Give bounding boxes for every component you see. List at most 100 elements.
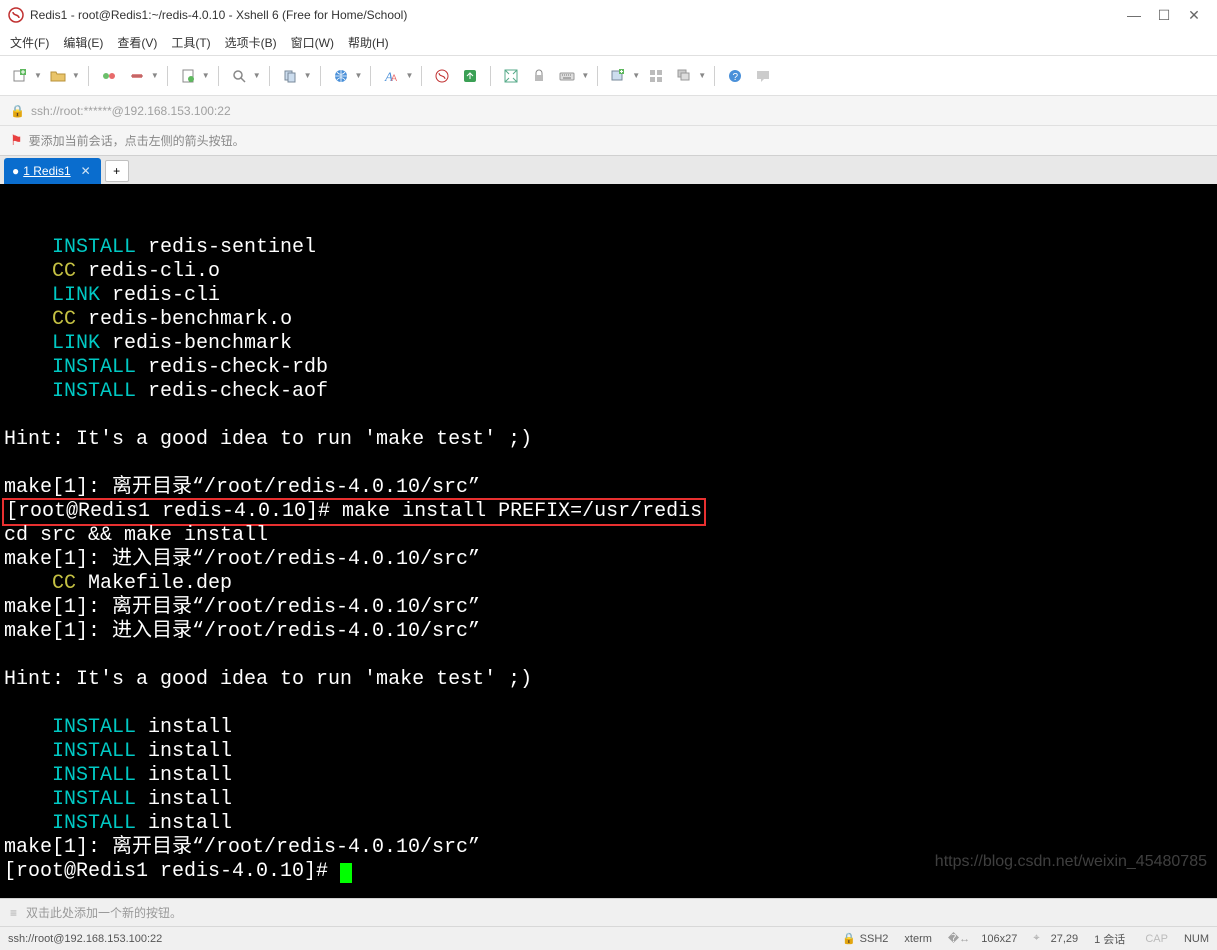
add-tab-button[interactable]: + [105, 160, 129, 182]
terminal-line: LINK redis-cli [4, 284, 1213, 308]
dropdown-icon[interactable]: ▼ [698, 71, 706, 80]
bottom-hint-bar[interactable]: ≡ 双击此处添加一个新的按钮。 [0, 898, 1217, 926]
chat-icon[interactable] [751, 64, 775, 88]
status-size: �↔ 106x27 [948, 932, 1017, 945]
lock-icon: 🔒 [842, 932, 856, 945]
address-bar[interactable]: 🔒 ssh://root:******@192.168.153.100:22 [0, 96, 1217, 126]
maximize-button[interactable]: ☐ [1149, 7, 1179, 24]
flag-icon: ⚑ [10, 132, 23, 149]
status-bar: ssh://root@192.168.153.100:22 🔒SSH2 xter… [0, 926, 1217, 950]
terminal-line [4, 644, 1213, 668]
dropdown-icon[interactable]: ▼ [72, 71, 80, 80]
terminal-line: INSTALL install [4, 764, 1213, 788]
titlebar: Redis1 - root@Redis1:~/redis-4.0.10 - Xs… [0, 0, 1217, 30]
dropdown-icon[interactable]: ▼ [34, 71, 42, 80]
terminal-line [4, 404, 1213, 428]
close-button[interactable]: ✕ [1179, 7, 1209, 24]
terminal-line: make[1]: 离开目录“/root/redis-4.0.10/src” [4, 476, 1213, 500]
terminal-line: Hint: It's a good idea to run 'make test… [4, 428, 1213, 452]
cursor [340, 863, 352, 883]
font-icon[interactable]: AA [379, 64, 403, 88]
copy-icon[interactable] [278, 64, 302, 88]
terminal-line: make[1]: 进入目录“/root/redis-4.0.10/src” [4, 548, 1213, 572]
toolbar-divider [320, 66, 321, 86]
dropdown-icon[interactable]: ▼ [355, 71, 363, 80]
status-sessions: 1 会话 [1094, 931, 1125, 947]
toolbar-divider [167, 66, 168, 86]
cascade-icon[interactable] [672, 64, 696, 88]
menu-help[interactable]: 帮助(H) [348, 34, 389, 51]
tab-strip: ● 1 Redis1 ✕ + [0, 156, 1217, 184]
tab-status-icon: ● [12, 164, 19, 178]
minimize-button[interactable]: — [1119, 7, 1149, 23]
dropdown-icon[interactable]: ▼ [405, 71, 413, 80]
terminal-line: INSTALL install [4, 740, 1213, 764]
bottom-hint-text: 双击此处添加一个新的按钮。 [26, 904, 182, 921]
watermark: https://blog.csdn.net/weixin_45480785 [935, 850, 1207, 874]
terminal-line: [root@Redis1 redis-4.0.10]# make install… [4, 500, 1213, 524]
menu-edit[interactable]: 编辑(E) [63, 34, 103, 51]
dropdown-icon[interactable]: ▼ [304, 71, 312, 80]
tab-redis1[interactable]: ● 1 Redis1 ✕ [4, 158, 101, 184]
menu-file[interactable]: 文件(F) [10, 34, 49, 51]
fullscreen-icon[interactable] [499, 64, 523, 88]
app-icon [8, 7, 24, 23]
tile-icon[interactable] [644, 64, 668, 88]
tab-label: 1 Redis1 [23, 164, 70, 178]
new-session-icon[interactable] [8, 64, 32, 88]
menu-window[interactable]: 窗口(W) [291, 34, 334, 51]
toolbar-divider [88, 66, 89, 86]
reconnect-icon[interactable] [97, 64, 121, 88]
terminal-line: INSTALL install [4, 716, 1213, 740]
terminal-line: INSTALL install [4, 812, 1213, 836]
search-icon[interactable] [227, 64, 251, 88]
disconnect-icon[interactable] [125, 64, 149, 88]
toolbar-divider [597, 66, 598, 86]
terminal-line [4, 692, 1213, 716]
terminal-line: make[1]: 进入目录“/root/redis-4.0.10/src” [4, 620, 1213, 644]
xshell-icon[interactable] [430, 64, 454, 88]
terminal-line: CC Makefile.dep [4, 572, 1213, 596]
terminal-line: CC redis-cli.o [4, 260, 1213, 284]
window-title: Redis1 - root@Redis1:~/redis-4.0.10 - Xs… [30, 8, 1119, 22]
terminal-line: cd src && make install [4, 524, 1213, 548]
status-connection: ssh://root@192.168.153.100:22 [8, 933, 826, 945]
status-protocol: 🔒SSH2 [842, 932, 888, 945]
terminal-line: INSTALL redis-check-aof [4, 380, 1213, 404]
new-window-icon[interactable] [606, 64, 630, 88]
open-folder-icon[interactable] [46, 64, 70, 88]
hint-bar: ⚑ 要添加当前会话，点击左侧的箭头按钮。 [0, 126, 1217, 156]
tab-close-icon[interactable]: ✕ [81, 164, 91, 178]
menu-tools[interactable]: 工具(T) [171, 34, 210, 51]
menu-tabs[interactable]: 选项卡(B) [225, 34, 277, 51]
dropdown-icon[interactable]: ▼ [581, 71, 589, 80]
keyboard-icon[interactable] [555, 64, 579, 88]
toolbar-divider [421, 66, 422, 86]
menu-view[interactable]: 查看(V) [117, 34, 157, 51]
toolbar-divider [269, 66, 270, 86]
svg-text:?: ? [733, 72, 739, 83]
dropdown-icon[interactable]: ▼ [151, 71, 159, 80]
terminal-line: CC redis-benchmark.o [4, 308, 1213, 332]
hint-text: 要添加当前会话，点击左侧的箭头按钮。 [29, 132, 245, 149]
terminal-line: INSTALL install [4, 788, 1213, 812]
toolbar-divider [490, 66, 491, 86]
dropdown-icon[interactable]: ▼ [632, 71, 640, 80]
toolbar-divider [218, 66, 219, 86]
help-icon[interactable]: ? [723, 64, 747, 88]
terminal-line: INSTALL redis-check-rdb [4, 356, 1213, 380]
terminal-line [4, 452, 1213, 476]
lock-icon[interactable] [527, 64, 551, 88]
xftp-icon[interactable] [458, 64, 482, 88]
menubar: 文件(F) 编辑(E) 查看(V) 工具(T) 选项卡(B) 窗口(W) 帮助(… [0, 30, 1217, 56]
toolbar-divider [714, 66, 715, 86]
globe-icon[interactable] [329, 64, 353, 88]
terminal[interactable]: INSTALL redis-sentinel CC redis-cli.o LI… [0, 184, 1217, 898]
svg-text:A: A [391, 73, 397, 83]
properties-icon[interactable] [176, 64, 200, 88]
dropdown-icon[interactable]: ▼ [202, 71, 210, 80]
toolbar: ▼ ▼ ▼ ▼ ▼ ▼ ▼ AA▼ ▼ ▼ ▼ ? [0, 56, 1217, 96]
dropdown-icon[interactable]: ▼ [253, 71, 261, 80]
status-pos: ⌖ 27,29 [1033, 932, 1078, 945]
status-num: NUM [1184, 933, 1209, 945]
